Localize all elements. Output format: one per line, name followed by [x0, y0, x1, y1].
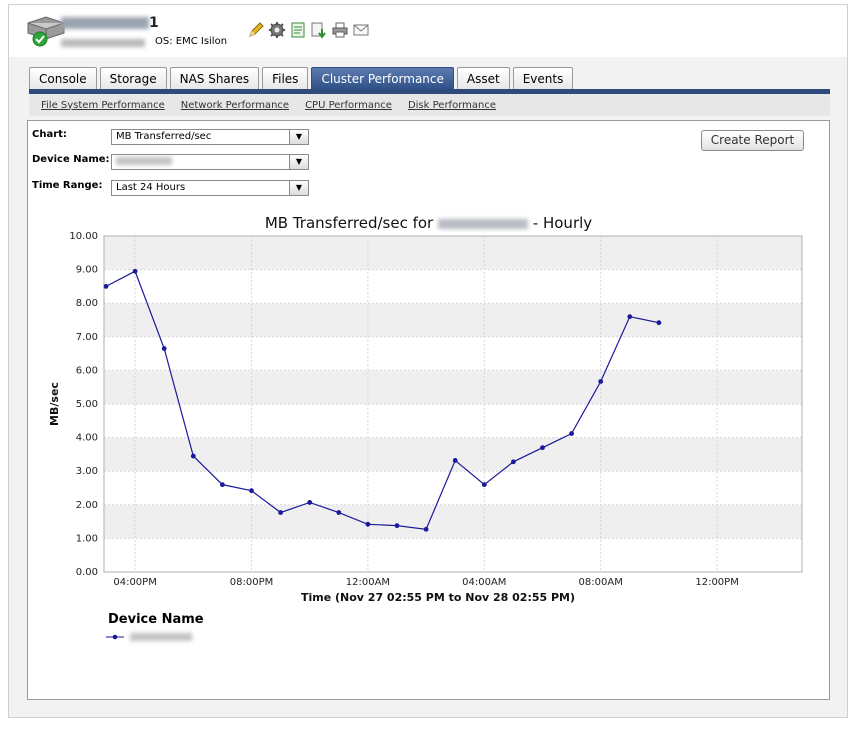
data-point — [220, 482, 225, 488]
y-tick-label: 6.00 — [76, 365, 98, 376]
data-point — [627, 314, 633, 320]
y-tick-label: 4.00 — [76, 433, 98, 444]
data-point — [598, 379, 604, 384]
pencil-icon[interactable] — [247, 21, 265, 39]
data-point — [423, 526, 429, 532]
y-axis-label: MB/sec — [48, 382, 61, 426]
data-point — [540, 445, 545, 451]
x-axis-label: Time (Nov 27 02:55 PM to Nov 28 02:55 PM… — [301, 591, 575, 604]
data-point — [394, 523, 400, 529]
data-point — [278, 510, 283, 515]
legend-title: Device Name — [108, 612, 204, 627]
legend-line-icon — [106, 634, 124, 640]
grid-band — [104, 236, 802, 270]
grid-band — [104, 504, 802, 539]
data-point — [307, 500, 313, 505]
chart-panel: Chart: MB Transferred/sec ▼ Device Name:… — [27, 120, 830, 700]
device-header: 1 OS: EMC Isilon — [9, 5, 847, 57]
y-tick-label: 3.00 — [76, 466, 98, 477]
y-tick-label: 7.00 — [76, 332, 98, 343]
main-container: 1 OS: EMC Isilon Console Storage NAS Sha… — [8, 4, 848, 718]
data-point — [511, 459, 516, 465]
subnav-disk-performance[interactable]: Disk Performance — [408, 100, 496, 111]
download-icon[interactable] — [310, 21, 328, 39]
data-point — [249, 488, 254, 494]
subnav-cpu-performance[interactable]: CPU Performance — [305, 100, 392, 111]
tab-console[interactable]: Console — [29, 67, 97, 90]
x-tick-label: 12:00AM — [346, 577, 390, 588]
storage-device-icon — [27, 16, 65, 47]
y-tick-label: 9.00 — [76, 265, 98, 276]
gear-icon[interactable] — [268, 21, 286, 39]
x-tick-label: 12:00PM — [695, 577, 738, 588]
y-tick-label: 10.00 — [69, 231, 98, 242]
tab-asset[interactable]: Asset — [456, 67, 510, 90]
grid-band — [104, 269, 802, 304]
os-label: OS: EMC Isilon — [155, 36, 228, 47]
grid-band — [104, 370, 802, 404]
x-tick-label: 08:00PM — [230, 577, 273, 588]
data-point — [365, 521, 371, 527]
x-tick-label: 08:00AM — [579, 577, 623, 588]
data-point — [161, 346, 167, 351]
x-tick-label: 04:00AM — [462, 577, 506, 588]
y-tick-label: 5.00 — [76, 399, 98, 410]
device-toolbar — [247, 21, 370, 39]
y-tick-label: 2.00 — [76, 500, 98, 511]
grid-band — [104, 538, 802, 572]
data-point — [132, 268, 138, 274]
export-icon[interactable] — [289, 21, 307, 39]
grid-band — [104, 404, 802, 438]
y-tick-label: 1.00 — [76, 533, 98, 544]
data-point — [481, 482, 487, 488]
data-point — [103, 284, 109, 289]
redacted-legend-device — [130, 633, 192, 641]
grid-band — [104, 471, 802, 505]
data-point — [569, 431, 574, 436]
y-tick-label: 0.00 — [76, 567, 98, 578]
tab-events[interactable]: Events — [512, 67, 574, 90]
device-name-title: 1 — [61, 15, 159, 31]
grid-band — [104, 303, 802, 337]
sub-navigation: File System Performance Network Performa… — [29, 94, 830, 116]
redacted-device-name — [61, 17, 149, 29]
printer-icon[interactable] — [331, 21, 349, 39]
tab-nas-shares[interactable]: NAS Shares — [169, 67, 260, 90]
x-tick-label: 04:00PM — [113, 577, 156, 588]
grid-band — [104, 336, 802, 371]
y-tick-label: 8.00 — [76, 298, 98, 309]
data-point — [190, 453, 196, 459]
subnav-network-performance[interactable]: Network Performance — [181, 100, 289, 111]
tab-cluster-performance[interactable]: Cluster Performance — [311, 67, 454, 90]
tab-files[interactable]: Files — [262, 67, 309, 90]
data-point — [336, 510, 342, 515]
subnav-file-system-performance[interactable]: File System Performance — [41, 100, 165, 111]
email-icon[interactable] — [352, 21, 370, 39]
legend-item — [106, 633, 192, 641]
data-point — [656, 320, 662, 326]
data-point — [452, 458, 458, 463]
tab-storage[interactable]: Storage — [99, 67, 167, 90]
redacted-device-subtitle — [61, 39, 145, 47]
tab-bar: Console Storage NAS Shares Files Cluster… — [29, 67, 574, 90]
